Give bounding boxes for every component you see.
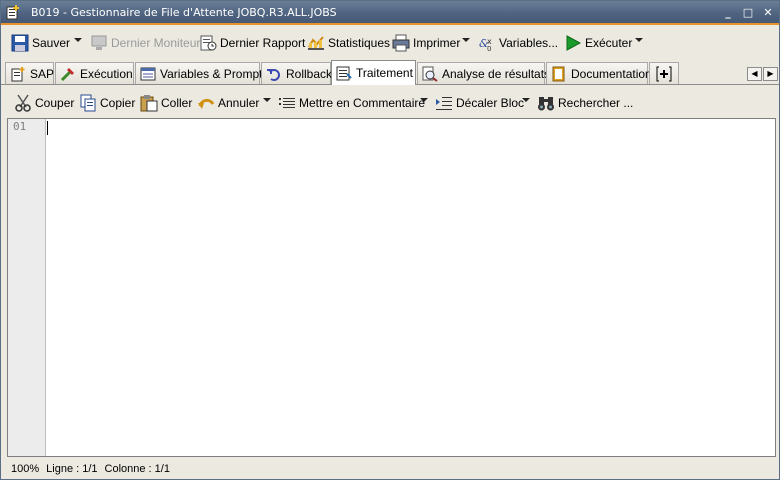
- last-report-button[interactable]: Dernier Rapport: [199, 32, 305, 54]
- line-number-gutter: 01: [8, 119, 46, 456]
- add-tab-button[interactable]: [649, 62, 679, 84]
- close-button[interactable]: ✕: [761, 6, 775, 20]
- app-icon: [5, 4, 21, 20]
- report-clock-icon: [199, 34, 217, 52]
- tab-processing[interactable]: Traitement: [331, 60, 416, 85]
- rollback-icon: [266, 66, 282, 82]
- execution-icon: [60, 66, 76, 82]
- search-label: Rechercher ...: [558, 96, 634, 110]
- tab-documentation[interactable]: Documentation: [546, 62, 652, 84]
- comment-label: Mettre en Commentaire: [299, 96, 426, 110]
- tab-scroll-left-icon[interactable]: ◀: [747, 67, 762, 81]
- comment-dropdown-arrow-icon[interactable]: [420, 98, 428, 102]
- tab-execution[interactable]: Exécution: [55, 62, 134, 84]
- tab-label: Documentation: [571, 66, 652, 81]
- indent-icon: [435, 94, 453, 112]
- tab-label: SAP: [30, 66, 55, 81]
- variables-icon: & x 0: [478, 34, 496, 53]
- tab-rollback[interactable]: Rollback: [261, 62, 333, 84]
- minimize-button[interactable]: _: [721, 6, 735, 20]
- status-bar: 100% Ligne : 1/1 Colonne : 1/1: [1, 458, 779, 479]
- undo-icon: [197, 94, 215, 112]
- play-icon: [564, 34, 582, 52]
- add-icon: [656, 66, 672, 82]
- variables-button[interactable]: & x 0 Variables...: [478, 32, 558, 54]
- tab-label: Rollback: [286, 66, 333, 81]
- last-monitor-label: Dernier Moniteur: [111, 36, 201, 50]
- search-button[interactable]: Rechercher ...: [537, 92, 633, 114]
- undo-button[interactable]: Annuler: [197, 92, 259, 114]
- text-caret: [47, 121, 48, 135]
- copy-label: Copier: [100, 96, 136, 110]
- tab-bar: SAP Exécution Variables & Prompts Rollba…: [1, 59, 779, 85]
- floppy-disk-icon: [11, 34, 29, 52]
- undo-dropdown-arrow-icon[interactable]: [263, 98, 271, 102]
- printer-icon: [392, 34, 410, 52]
- variables-prompts-icon: [140, 66, 156, 82]
- code-editor[interactable]: 01: [7, 118, 776, 457]
- chart-icon: [307, 34, 325, 52]
- main-toolbar: Sauver Dernier Moniteur Dernier Rapport …: [1, 28, 779, 58]
- line-number: 01: [13, 120, 27, 133]
- tab-scroll-right-icon[interactable]: ▶: [763, 67, 778, 81]
- edit-toolbar: Couper Copier Coller Annuler Mettre en C…: [1, 88, 779, 118]
- binoculars-icon: [537, 94, 555, 112]
- monitor-icon: [90, 34, 108, 52]
- paste-button[interactable]: Coller: [140, 92, 192, 114]
- variables-label: Variables...: [499, 36, 559, 50]
- shift-block-dropdown-arrow-icon[interactable]: [522, 98, 530, 102]
- tab-label: Variables & Prompts: [160, 66, 269, 81]
- tab-label: Exécution: [80, 66, 133, 81]
- svg-text:0: 0: [487, 45, 491, 52]
- statistics-button[interactable]: Statistiques: [307, 32, 390, 54]
- comment-lines-icon: [278, 94, 296, 112]
- processing-icon: [336, 65, 352, 81]
- cut-label: Couper: [35, 96, 75, 110]
- copy-icon: [79, 94, 97, 112]
- print-dropdown-arrow-icon[interactable]: [462, 38, 470, 42]
- scissors-icon: [14, 94, 32, 112]
- execute-label: Exécuter: [585, 36, 633, 50]
- save-label: Sauver: [32, 36, 71, 50]
- tab-label: Traitement: [356, 66, 413, 80]
- save-button[interactable]: Sauver: [11, 32, 70, 54]
- application-window: B019 - Gestionnaire de File d'Attente JO…: [0, 0, 780, 480]
- execute-button[interactable]: Exécuter: [564, 32, 632, 54]
- comment-button[interactable]: Mettre en Commentaire: [278, 92, 425, 114]
- clipboard-icon: [140, 94, 158, 112]
- title-bar[interactable]: B019 - Gestionnaire de File d'Attente JO…: [1, 1, 779, 25]
- last-report-label: Dernier Rapport: [220, 36, 306, 50]
- line-position: Ligne : 1/1: [46, 462, 98, 475]
- tab-label: Analyse de résultats: [442, 66, 551, 81]
- tab-sap[interactable]: SAP: [5, 62, 54, 84]
- cut-button[interactable]: Couper: [14, 92, 74, 114]
- shift-block-label: Décaler Bloc: [456, 96, 525, 110]
- window-title: B019 - Gestionnaire de File d'Attente JO…: [31, 6, 337, 19]
- shift-block-button[interactable]: Décaler Bloc: [435, 92, 524, 114]
- print-button[interactable]: Imprimer: [392, 32, 460, 54]
- maximize-button[interactable]: □: [741, 6, 755, 20]
- column-position: Colonne : 1/1: [104, 462, 170, 475]
- zoom-level: 100%: [11, 462, 40, 475]
- analysis-icon: [422, 66, 438, 82]
- print-label: Imprimer: [413, 36, 461, 50]
- save-dropdown-arrow-icon[interactable]: [74, 38, 82, 42]
- execute-dropdown-arrow-icon[interactable]: [635, 38, 643, 42]
- last-monitor-button[interactable]: Dernier Moniteur: [90, 32, 200, 54]
- sap-icon: [10, 66, 26, 82]
- statistics-label: Statistiques: [328, 36, 391, 50]
- undo-label: Annuler: [218, 96, 260, 110]
- tab-result-analysis[interactable]: Analyse de résultats: [417, 62, 550, 84]
- tab-variables-prompts[interactable]: Variables & Prompts: [135, 62, 269, 84]
- copy-button[interactable]: Copier: [79, 92, 135, 114]
- paste-label: Coller: [161, 96, 193, 110]
- documentation-icon: [551, 66, 567, 82]
